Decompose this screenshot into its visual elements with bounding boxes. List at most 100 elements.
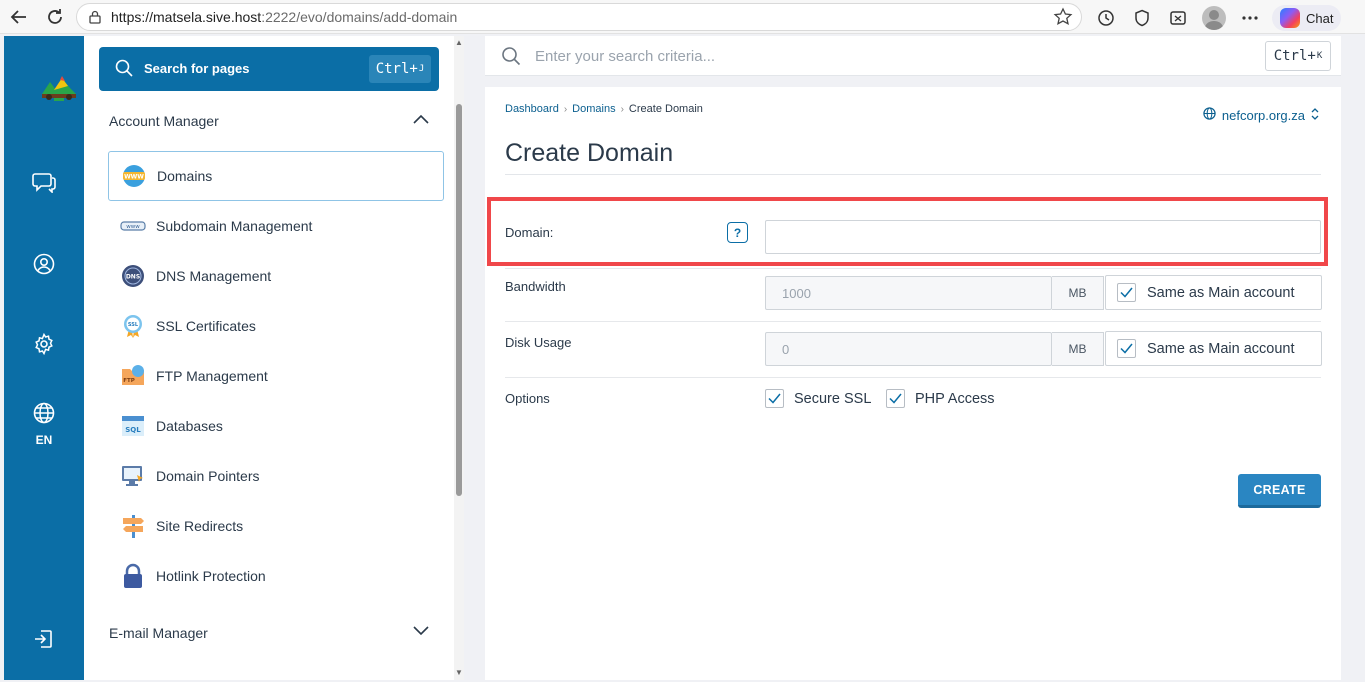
user-circle-icon (33, 253, 55, 280)
row-divider (505, 321, 1321, 322)
account-manager-section[interactable]: Account Manager (109, 113, 429, 129)
sidebar-item-ftp-management[interactable]: FTP FTP Management (108, 351, 444, 401)
shield-icon[interactable] (1128, 6, 1156, 30)
options-label: Options (505, 391, 550, 406)
window-bottom-edge (0, 682, 1365, 686)
padlock-icon (120, 563, 146, 589)
chat-label: Chat (1306, 10, 1334, 26)
more-menu-icon[interactable] (1236, 6, 1264, 30)
disk-usage-input[interactable]: 0 (765, 332, 1052, 366)
rail-messages[interactable] (4, 171, 84, 198)
sidebar-item-domain-pointers[interactable]: Domain Pointers (108, 451, 444, 501)
www-globe-icon: WWW (121, 163, 147, 189)
search-icon (501, 46, 521, 71)
sidebar-item-label: Domain Pointers (156, 468, 260, 484)
rail-logout[interactable] (4, 628, 84, 655)
same-as-main-label: Same as Main account (1147, 284, 1295, 301)
domain-selector[interactable]: nefcorp.org.za (1203, 107, 1319, 123)
monitor-pointer-icon (120, 463, 146, 489)
company-logo-icon[interactable] (40, 70, 78, 106)
disk-usage-unit: MB (1052, 332, 1104, 366)
sidebar-item-hotlink-protection[interactable]: Hotlink Protection (108, 551, 444, 601)
gear-icon (33, 332, 55, 360)
site-info-icon[interactable] (85, 7, 105, 27)
checkmark-icon (765, 389, 784, 408)
checkmark-icon (1117, 339, 1136, 358)
secure-ssl-label: Secure SSL (794, 390, 872, 407)
sidebar-scrollbar[interactable]: ▲ ▼ (454, 36, 464, 680)
disk-same-as-main-checkbox[interactable]: Same as Main account (1105, 331, 1322, 366)
account-manager-label: Account Manager (109, 113, 219, 129)
sidebar-item-label: Hotlink Protection (156, 568, 266, 584)
chat-bubbles-icon (32, 171, 56, 198)
back-arrow-icon[interactable] (8, 6, 30, 28)
checkmark-icon (886, 389, 905, 408)
screenshot-icon[interactable] (1164, 6, 1192, 30)
app-rail: EN (4, 36, 84, 680)
php-access-checkbox[interactable]: PHP Access (886, 389, 995, 408)
help-icon[interactable]: ? (727, 222, 748, 243)
bandwidth-unit: MB (1052, 276, 1104, 310)
scroll-down-arrow-icon[interactable]: ▼ (455, 668, 463, 677)
create-button[interactable]: CREATE (1238, 474, 1321, 508)
disk-usage-label: Disk Usage (505, 335, 572, 350)
breadcrumb-separator-icon: › (620, 103, 624, 115)
sidebar: Search for pages Ctrl+ J Account Manager … (84, 36, 464, 680)
sidebar-item-dns-management[interactable]: DNS DNS Management (108, 251, 444, 301)
sidebar-item-label: Site Redirects (156, 518, 244, 534)
create-domain-card: Dashboard › Domains › Create Domain nefc… (485, 87, 1341, 680)
svg-text:WWW: WWW (124, 174, 144, 181)
profile-avatar[interactable] (1200, 6, 1228, 30)
sidebar-search-button[interactable]: Search for pages Ctrl+ J (99, 47, 439, 91)
sidebar-item-label: Domains (157, 168, 213, 184)
copilot-chat-button[interactable]: Chat (1272, 5, 1342, 31)
svg-text:SQL: SQL (125, 426, 141, 434)
title-divider (505, 174, 1321, 175)
php-access-label: PHP Access (915, 390, 995, 407)
svg-text:SSL: SSL (128, 322, 139, 328)
bandwidth-same-as-main-checkbox[interactable]: Same as Main account (1105, 275, 1322, 310)
rail-language[interactable]: EN (4, 402, 84, 447)
history-icon[interactable] (1092, 6, 1120, 30)
sidebar-search-shortcut: Ctrl+ J (369, 55, 431, 83)
reload-icon[interactable] (44, 6, 66, 28)
domain-input[interactable] (765, 220, 1321, 254)
global-search-shortcut: Ctrl+ K (1265, 41, 1331, 71)
globe-icon (33, 402, 55, 429)
svg-text:DNS: DNS (126, 274, 140, 281)
sidebar-item-label: SSL Certificates (156, 318, 256, 334)
chevron-down-icon (413, 623, 429, 639)
sidebar-item-ssl-certificates[interactable]: SSL SSL Certificates (108, 301, 444, 351)
row-divider (505, 268, 1321, 269)
sidebar-item-databases[interactable]: SQL Databases (108, 401, 444, 451)
global-search-bar[interactable]: Enter your search criteria... Ctrl+ K (485, 36, 1341, 76)
address-bar[interactable]: https://matsela.sive.host:2222/evo/domai… (76, 3, 1082, 31)
sidebar-item-label: DNS Management (156, 268, 272, 284)
dns-icon: DNS (120, 263, 146, 289)
favorite-star-icon[interactable] (1053, 7, 1073, 30)
chevron-up-icon (413, 111, 429, 127)
sidebar-search-label: Search for pages (144, 61, 250, 76)
bandwidth-input[interactable]: 1000 (765, 276, 1052, 310)
ssl-badge-icon: SSL (120, 313, 146, 339)
global-search-placeholder: Enter your search criteria... (535, 48, 716, 65)
globe-icon (1203, 107, 1216, 123)
rail-settings[interactable] (4, 332, 84, 360)
ftp-folder-icon: FTP (120, 363, 146, 389)
rail-profile[interactable] (4, 253, 84, 280)
sidebar-item-subdomain-management[interactable]: www Subdomain Management (108, 201, 444, 251)
breadcrumb-dashboard[interactable]: Dashboard (505, 103, 559, 115)
breadcrumb-current: Create Domain (628, 103, 703, 115)
email-manager-section[interactable]: E-mail Manager (109, 625, 429, 641)
row-divider (505, 377, 1321, 378)
breadcrumb-domains[interactable]: Domains (572, 103, 615, 115)
logout-icon (33, 628, 55, 655)
selected-domain: nefcorp.org.za (1221, 107, 1305, 123)
secure-ssl-checkbox[interactable]: Secure SSL (765, 389, 871, 408)
sidebar-item-site-redirects[interactable]: Site Redirects (108, 501, 444, 551)
sidebar-item-domains[interactable]: WWW Domains (108, 151, 444, 201)
up-down-chevron-icon (1311, 107, 1319, 123)
scroll-up-arrow-icon[interactable]: ▲ (455, 38, 463, 47)
scrollbar-thumb[interactable] (456, 104, 462, 496)
sql-database-icon: SQL (120, 413, 146, 439)
